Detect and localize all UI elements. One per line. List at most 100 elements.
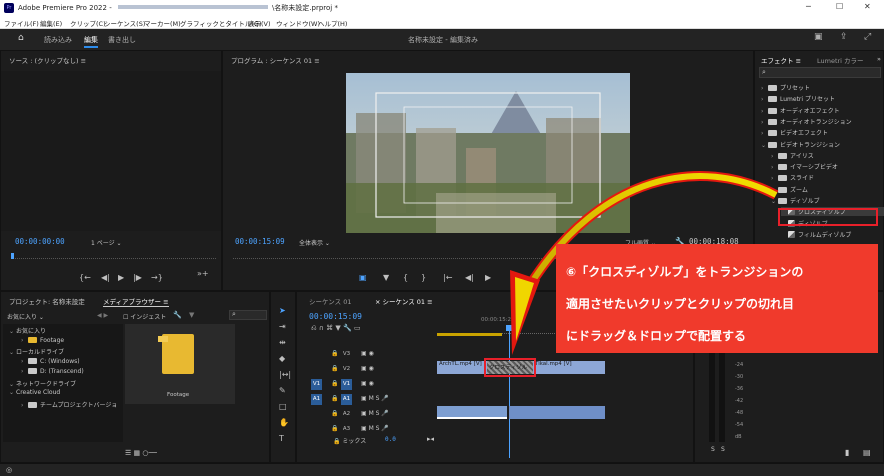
solo-right-button[interactable]: S	[721, 446, 725, 453]
media-tree-item[interactable]: ⌄ お気に入り	[9, 326, 46, 335]
chevron-right-icon[interactable]: ›	[21, 337, 28, 344]
effect-item[interactable]: › オーディオトランジション	[761, 117, 852, 126]
program-fit-select[interactable]: 全体表示 ⌄	[299, 238, 330, 247]
ripple-edit-icon[interactable]: ⇹	[279, 338, 286, 347]
mark-in-icon[interactable]: {	[403, 273, 408, 282]
chevron-right-icon[interactable]: ›	[21, 358, 28, 365]
effect-item[interactable]: › オーディオエフェクト	[761, 106, 840, 115]
menu-view[interactable]: 表示(V)	[248, 18, 271, 28]
play-icon[interactable]: ▶	[118, 273, 124, 282]
tab-project[interactable]: プロジェクト: 名称未設定	[9, 296, 85, 306]
timeline-tool-icons[interactable]: ⎌ ∩ ⌘ ▼ 🔧 ▭	[311, 324, 361, 333]
chevron-right-icon[interactable]: ›	[21, 402, 28, 409]
go-to-in-icon[interactable]: |←	[443, 273, 452, 282]
source-timecode[interactable]: 00:00:00:00	[15, 237, 65, 246]
chevron-right-icon[interactable]: ›	[761, 119, 768, 126]
lock-icon[interactable]: 🔒	[331, 410, 338, 417]
chevron-right-icon[interactable]: ›	[21, 368, 28, 375]
menu-help[interactable]: ヘルプ(H)	[318, 18, 347, 28]
source-viewer[interactable]	[1, 71, 221, 231]
menu-sequence[interactable]: シーケンス(S)	[104, 18, 145, 28]
home-icon[interactable]: ⌂	[18, 33, 24, 43]
effect-item[interactable]: ⌄ ビデオトランジション	[761, 140, 840, 149]
menu-marker[interactable]: マーカー(M)	[144, 18, 181, 28]
chevron-right-icon[interactable]: ›	[771, 153, 778, 160]
mix-end-icon[interactable]: ▸◂	[427, 435, 434, 443]
close-icon[interactable]: ✕	[864, 2, 871, 11]
media-tree-item[interactable]: › チームプロジェクトバージョ	[21, 400, 117, 409]
add-marker-icon[interactable]: ▼	[383, 273, 389, 282]
lock-icon[interactable]: 🔒	[331, 425, 338, 432]
source-page-select[interactable]: 1 ページ ⌄	[91, 238, 122, 247]
track-name-a1[interactable]: A1	[341, 394, 352, 405]
track-mute-solo-icon[interactable]: ▣ M S 🎤	[361, 395, 389, 402]
chevron-down-icon[interactable]: ⌄	[9, 349, 16, 356]
program-panel-title[interactable]: プログラム : シーケンス 01 ≡	[231, 55, 320, 65]
track-visibility-icon[interactable]: ▣ ◉	[361, 365, 374, 372]
tab-effects[interactable]: エフェクト ≡	[761, 55, 801, 65]
chevron-down-icon[interactable]: ⌄	[9, 389, 16, 396]
ingest-checkbox[interactable]: ☐ インジェスト	[123, 312, 166, 321]
effect-item[interactable]: › プリセット	[761, 83, 810, 92]
maximize-icon[interactable]: ☐	[836, 2, 843, 11]
menu-file[interactable]: ファイル(F)	[4, 18, 39, 28]
effect-item[interactable]: › ビデオエフェクト	[761, 128, 828, 137]
step-forward-icon[interactable]: |▶	[133, 273, 142, 282]
mark-in-icon[interactable]: {←	[79, 273, 91, 282]
track-select-icon[interactable]: ⇥	[279, 322, 286, 331]
lock-icon[interactable]: 🔒	[331, 380, 338, 387]
media-search-input[interactable]: ⌕	[229, 310, 267, 320]
track-mute-solo-icon[interactable]: ▣ M S 🎤	[361, 425, 389, 432]
media-tree-item[interactable]: › D: (Transcend)	[21, 368, 84, 375]
tab-export[interactable]: 書き出し	[108, 35, 136, 45]
effects-search-input[interactable]: ⌕	[759, 67, 881, 78]
effect-item[interactable]: › アイリス	[771, 151, 814, 160]
lock-icon[interactable]: 🔒	[331, 365, 338, 372]
menu-clip[interactable]: クリップ(C)	[70, 18, 106, 28]
new-item-icon[interactable]: ▤	[863, 448, 871, 457]
media-tree-item[interactable]: › Footage	[21, 336, 64, 344]
track-name-v3[interactable]: V3	[341, 349, 352, 360]
program-timecode[interactable]: 00:00:15:09	[235, 237, 285, 246]
add-button-icon[interactable]: »+	[197, 269, 209, 278]
footage-folder-tile[interactable]: Footage	[125, 324, 235, 404]
hand-tool-icon[interactable]: ✋	[279, 418, 289, 427]
rectangle-tool-icon[interactable]: □	[279, 402, 287, 411]
share-icon[interactable]: ⇪	[840, 32, 848, 42]
menu-edit[interactable]: 編集(E)	[40, 18, 62, 28]
chevron-right-icon[interactable]: ›	[761, 130, 768, 137]
mark-out-icon[interactable]: →}	[151, 273, 163, 282]
wrench-icon[interactable]: 🔧	[173, 311, 182, 319]
solo-left-button[interactable]: S	[711, 446, 715, 453]
track-mute-solo-icon[interactable]: ▣ M S 🎤	[361, 410, 389, 417]
tab-media-browser[interactable]: メディアブラウザー ≡	[103, 296, 169, 307]
step-back-icon[interactable]: ◀|	[101, 273, 110, 282]
media-tree-item[interactable]: ⌄ ネットワークドライブ	[9, 379, 76, 388]
favorites-select[interactable]: お気に入り ⌄	[7, 312, 44, 321]
view-toggle-icon[interactable]: ☰ ▦ ○──	[125, 449, 157, 457]
effect-item[interactable]: › Lumetri プリセット	[761, 94, 835, 103]
tab-import[interactable]: 読み込み	[44, 35, 72, 45]
type-tool-icon[interactable]: T	[279, 434, 284, 443]
selection-tool-icon[interactable]: ➤	[279, 306, 286, 315]
chevron-down-icon[interactable]: ⌄	[9, 381, 16, 388]
timeline-timecode[interactable]: 00:00:15:09	[309, 312, 362, 321]
clip-archtl-audio[interactable]	[437, 406, 507, 419]
workspaces-icon[interactable]: ▣	[814, 32, 823, 42]
chevron-right-icon[interactable]: ›	[761, 85, 768, 92]
panel-overflow-icon[interactable]: »	[877, 55, 881, 63]
menu-window[interactable]: ウィンドウ(W)	[276, 18, 320, 28]
track-name-v1[interactable]: V1	[341, 379, 352, 390]
slip-tool-icon[interactable]: |↔|	[279, 370, 291, 379]
lock-icon[interactable]: 🔒	[331, 395, 338, 402]
marker-icon[interactable]: ▣	[359, 273, 367, 282]
mix-value[interactable]: 0.0	[385, 436, 396, 443]
track-visibility-icon[interactable]: ▣ ◉	[361, 380, 374, 387]
source-scrub-bar[interactable]	[11, 251, 216, 259]
media-tree-item[interactable]: ⌄ Creative Cloud	[9, 389, 60, 396]
chevron-right-icon[interactable]: ›	[761, 108, 768, 115]
source-playhead[interactable]	[11, 253, 14, 259]
effect-item[interactable]: フィルムディゾルブ	[781, 230, 851, 239]
track-name-v2[interactable]: V2	[341, 364, 352, 375]
track-visibility-icon[interactable]: ▣ ◉	[361, 350, 374, 357]
